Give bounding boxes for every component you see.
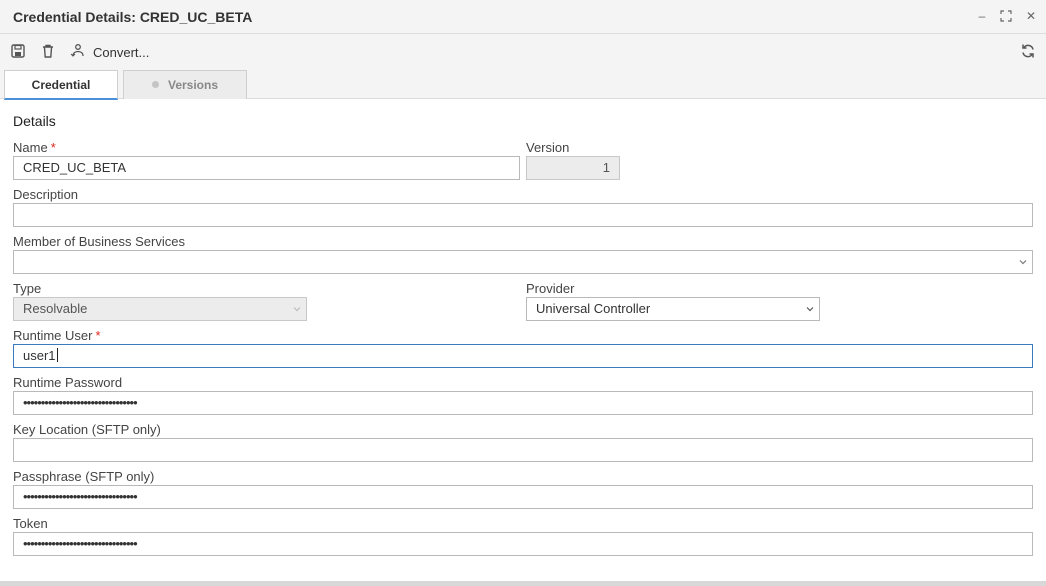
tab-credential[interactable]: Credential xyxy=(4,70,118,100)
provider-value: Universal Controller xyxy=(536,301,651,316)
runtime-password-value: •••••••••••••••••••••••••••••••• xyxy=(23,395,138,410)
runtime-password-field[interactable]: •••••••••••••••••••••••••••••••• xyxy=(13,391,1033,415)
toolbar: Convert... xyxy=(0,34,1046,70)
version-field: 1 xyxy=(526,156,620,180)
runtime-user-label-text: Runtime User xyxy=(13,328,93,343)
required-marker: * xyxy=(95,328,101,343)
runtime-user-value: user1 xyxy=(23,348,56,363)
title-bar: Credential Details: CRED_UC_BETA – ✕ xyxy=(0,0,1046,34)
minimize-icon[interactable]: – xyxy=(975,9,989,23)
name-field[interactable]: CRED_UC_BETA xyxy=(13,156,520,180)
provider-select[interactable]: Universal Controller xyxy=(526,297,820,321)
token-field[interactable]: •••••••••••••••••••••••••••••••• xyxy=(13,532,1033,556)
name-label: Name * xyxy=(13,140,56,155)
tab-versions[interactable]: Versions xyxy=(123,70,247,99)
close-icon[interactable]: ✕ xyxy=(1024,9,1038,23)
bottom-divider xyxy=(0,581,1046,586)
status-dot-icon xyxy=(151,81,159,88)
runtime-user-label: Runtime User * xyxy=(13,328,101,343)
token-label: Token xyxy=(13,516,48,531)
tab-versions-label: Versions xyxy=(167,78,219,92)
business-services-label: Member of Business Services xyxy=(13,234,185,249)
type-label: Type xyxy=(13,281,42,296)
tab-bar: Credential Versions xyxy=(0,70,1046,100)
chevron-down-icon xyxy=(805,303,815,315)
text-cursor xyxy=(56,348,58,362)
name-label-text: Name xyxy=(13,140,48,155)
passphrase-value: •••••••••••••••••••••••••••••••• xyxy=(23,489,138,504)
description-field[interactable] xyxy=(13,203,1033,227)
runtime-user-field[interactable]: user1 xyxy=(13,344,1033,368)
refresh-icon[interactable] xyxy=(1020,43,1036,59)
window-title: Credential Details: CRED_UC_BETA xyxy=(13,9,253,25)
maximize-icon[interactable] xyxy=(999,9,1013,23)
passphrase-label: Passphrase (SFTP only) xyxy=(13,469,155,484)
version-label: Version xyxy=(526,140,570,155)
convert-icon[interactable] xyxy=(70,43,86,59)
description-label: Description xyxy=(13,187,79,202)
save-icon[interactable] xyxy=(10,43,26,59)
section-title-details: Details xyxy=(13,113,56,129)
passphrase-field[interactable]: •••••••••••••••••••••••••••••••• xyxy=(13,485,1033,509)
trash-icon[interactable] xyxy=(40,43,56,59)
chevron-down-icon xyxy=(292,303,302,315)
business-services-select[interactable] xyxy=(13,250,1033,274)
token-value: •••••••••••••••••••••••••••••••• xyxy=(23,536,138,551)
convert-button[interactable]: Convert... xyxy=(93,45,149,60)
key-location-label: Key Location (SFTP only) xyxy=(13,422,161,437)
key-location-field[interactable] xyxy=(13,438,1033,462)
runtime-password-label: Runtime Password xyxy=(13,375,123,390)
type-value: Resolvable xyxy=(23,301,88,316)
provider-label: Provider xyxy=(526,281,575,296)
required-marker: * xyxy=(50,140,56,155)
type-select: Resolvable xyxy=(13,297,307,321)
chevron-down-icon xyxy=(1018,256,1028,268)
